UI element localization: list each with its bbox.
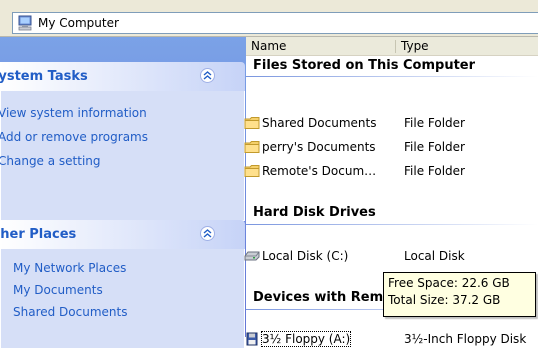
list-item[interactable]: perry's Documents File Folder [244, 139, 538, 157]
address-field[interactable]: My Computer [12, 12, 538, 34]
item-type: 3½-Inch Floppy Disk [404, 332, 527, 346]
item-name: Shared Documents [262, 116, 377, 130]
disk-info-tooltip: Free Space: 22.6 GB Total Size: 37.2 GB [383, 272, 536, 317]
list-item[interactable]: Local Disk (C:) Local Disk [244, 248, 538, 266]
folder-icon [244, 141, 260, 153]
item-name: perry's Documents [262, 140, 376, 154]
column-separator[interactable] [395, 40, 396, 53]
other-places-header[interactable]: Other Places [0, 220, 245, 249]
item-name: 3½ Floppy (A:) [260, 331, 352, 347]
group-title-disks: Hard Disk Drives [253, 205, 376, 220]
group-title-files: Files Stored on This Computer [253, 58, 476, 73]
list-item[interactable]: Shared Documents File Folder [244, 115, 538, 133]
list-item[interactable]: 3½ Floppy (A:) 3½-Inch Floppy Disk [246, 331, 538, 349]
place-link-my-documents[interactable]: My Documents [13, 282, 244, 298]
collapse-chevron-icon[interactable] [200, 226, 215, 241]
tooltip-free-space: Free Space: 22.6 GB [388, 276, 510, 290]
column-header-bar: Name Type [246, 37, 538, 56]
system-tasks-panel: System Tasks View system information Add… [0, 62, 245, 221]
hard-disk-icon [244, 251, 260, 261]
list-item[interactable]: Remote's Docum… File Folder [244, 163, 538, 181]
system-tasks-header[interactable]: System Tasks [0, 62, 245, 91]
item-type: Local Disk [404, 249, 465, 263]
panel-title: System Tasks [0, 69, 88, 84]
tooltip-total-size: Total Size: 37.2 GB [388, 293, 501, 307]
item-name: Local Disk (C:) [262, 249, 349, 263]
column-header-type[interactable]: Type [401, 37, 429, 55]
floppy-drive-icon [246, 332, 258, 346]
folder-icon [244, 117, 260, 129]
my-computer-icon [18, 15, 32, 31]
task-pane: System Tasks View system information Add… [0, 37, 246, 349]
task-link-change-setting[interactable]: Change a setting [0, 153, 244, 169]
system-tasks-body: View system information Add or remove pr… [0, 91, 245, 221]
place-link-shared-documents[interactable]: Shared Documents [13, 304, 244, 320]
address-bar: My Computer [0, 0, 538, 37]
item-name: Remote's Docum… [262, 164, 377, 178]
place-link-my-network-places[interactable]: My Network Places [13, 260, 244, 276]
item-type: File Folder [404, 116, 465, 130]
other-places-body: My Network Places My Documents Shared Do… [0, 249, 245, 349]
item-type: File Folder [404, 164, 465, 178]
folder-icon [244, 165, 260, 177]
item-type: File Folder [404, 140, 465, 154]
collapse-chevron-icon[interactable] [200, 68, 215, 83]
other-places-panel: Other Places My Network Places My Docume… [0, 220, 245, 349]
address-text: My Computer [38, 16, 119, 30]
column-header-name[interactable]: Name [251, 37, 286, 55]
task-link-view-system-info[interactable]: View system information [0, 105, 244, 121]
panel-title: Other Places [0, 227, 77, 242]
task-link-add-remove-programs[interactable]: Add or remove programs [0, 129, 244, 145]
group-divider [246, 224, 538, 225]
group-divider [246, 76, 538, 77]
